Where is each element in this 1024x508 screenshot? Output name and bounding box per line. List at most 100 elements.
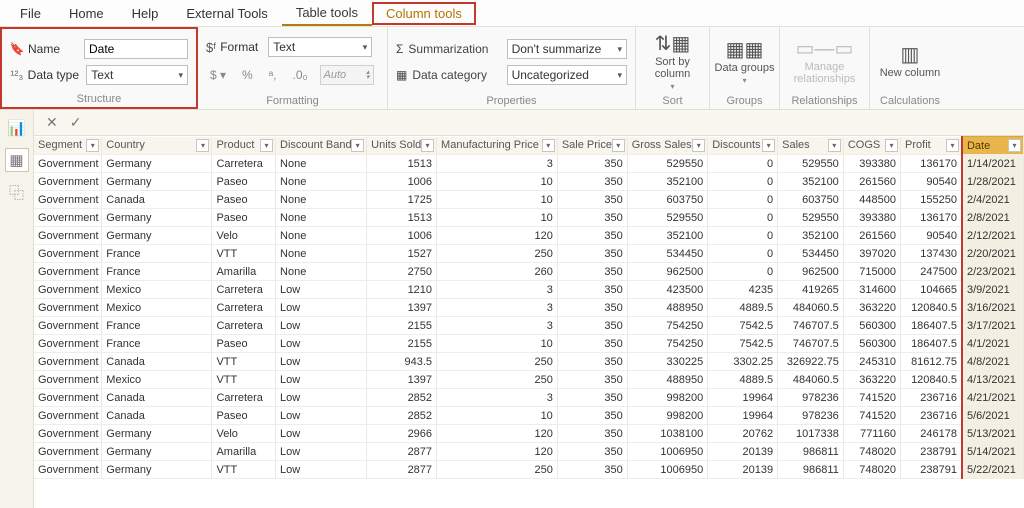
- cell[interactable]: 2966: [367, 425, 437, 443]
- cell[interactable]: 363220: [843, 371, 900, 389]
- cell[interactable]: 1513: [367, 209, 437, 227]
- cell[interactable]: 350: [557, 425, 627, 443]
- cell[interactable]: 10: [437, 335, 558, 353]
- cell[interactable]: 962500: [778, 263, 844, 281]
- cell[interactable]: Low: [276, 425, 367, 443]
- cell[interactable]: 352100: [778, 173, 844, 191]
- column-filter-icon[interactable]: ▾: [196, 139, 209, 152]
- cell[interactable]: 1006: [367, 227, 437, 245]
- cell[interactable]: 1725: [367, 191, 437, 209]
- cell[interactable]: 529550: [627, 209, 708, 227]
- cell[interactable]: Amarilla: [212, 443, 276, 461]
- cell[interactable]: Government: [34, 461, 102, 479]
- cell[interactable]: 120: [437, 443, 558, 461]
- category-dropdown[interactable]: Uncategorized ▾: [507, 65, 627, 85]
- column-filter-icon[interactable]: ▾: [885, 139, 898, 152]
- cell[interactable]: 350: [557, 173, 627, 191]
- cell[interactable]: Government: [34, 407, 102, 425]
- cell[interactable]: 715000: [843, 263, 900, 281]
- cell[interactable]: 350: [557, 371, 627, 389]
- cell[interactable]: 746707.5: [778, 317, 844, 335]
- table-row[interactable]: GovernmentGermanyAmarillaLow287712035010…: [34, 443, 1024, 461]
- cell[interactable]: Germany: [102, 209, 212, 227]
- cell[interactable]: 603750: [778, 191, 844, 209]
- cell[interactable]: 350: [557, 191, 627, 209]
- cell[interactable]: 90540: [901, 227, 962, 245]
- cell[interactable]: 10: [437, 407, 558, 425]
- table-row[interactable]: GovernmentGermanyVTTLow28772503501006950…: [34, 461, 1024, 479]
- cell[interactable]: 5/14/2021: [962, 443, 1024, 461]
- cell[interactable]: Germany: [102, 155, 212, 173]
- cell[interactable]: Canada: [102, 191, 212, 209]
- cell[interactable]: 81612.75: [901, 353, 962, 371]
- cell[interactable]: 1513: [367, 155, 437, 173]
- table-row[interactable]: GovernmentMexicoCarreteraLow139733504889…: [34, 299, 1024, 317]
- decimal-button[interactable]: .0₀: [289, 68, 312, 82]
- cell[interactable]: 3: [437, 389, 558, 407]
- column-header[interactable]: Discounts▾: [708, 137, 778, 155]
- cell[interactable]: 3/16/2021: [962, 299, 1024, 317]
- cell[interactable]: 0: [708, 191, 778, 209]
- table-row[interactable]: GovernmentFrancePaseoLow2155103507542507…: [34, 335, 1024, 353]
- cell[interactable]: None: [276, 173, 367, 191]
- cell[interactable]: 2155: [367, 317, 437, 335]
- table-row[interactable]: GovernmentMexicoVTTLow139725035048895048…: [34, 371, 1024, 389]
- cell[interactable]: 330225: [627, 353, 708, 371]
- cell[interactable]: 350: [557, 227, 627, 245]
- cell[interactable]: Government: [34, 245, 102, 263]
- cell[interactable]: 350: [557, 209, 627, 227]
- cell[interactable]: 326922.75: [778, 353, 844, 371]
- cell[interactable]: 120: [437, 425, 558, 443]
- cell[interactable]: Government: [34, 389, 102, 407]
- cell[interactable]: 978236: [778, 389, 844, 407]
- cell[interactable]: 741520: [843, 407, 900, 425]
- cell[interactable]: 1017338: [778, 425, 844, 443]
- cell[interactable]: 771160: [843, 425, 900, 443]
- cell[interactable]: None: [276, 155, 367, 173]
- cell[interactable]: 350: [557, 443, 627, 461]
- cell[interactable]: 5/6/2021: [962, 407, 1024, 425]
- cell[interactable]: 2/12/2021: [962, 227, 1024, 245]
- cell[interactable]: 986811: [778, 443, 844, 461]
- cell[interactable]: Paseo: [212, 173, 276, 191]
- column-header[interactable]: Country▾: [102, 137, 212, 155]
- table-row[interactable]: GovernmentFranceCarreteraLow215533507542…: [34, 317, 1024, 335]
- cell[interactable]: 1527: [367, 245, 437, 263]
- cell[interactable]: 2/4/2021: [962, 191, 1024, 209]
- cell[interactable]: 350: [557, 353, 627, 371]
- format-dropdown[interactable]: Text ▾: [268, 37, 372, 57]
- cell[interactable]: Low: [276, 299, 367, 317]
- cell[interactable]: 4/21/2021: [962, 389, 1024, 407]
- table-row[interactable]: GovernmentGermanyPaseoNone15131035052955…: [34, 209, 1024, 227]
- data-groups-button[interactable]: ▦▦ Data groups ▾: [713, 40, 777, 85]
- summarization-dropdown[interactable]: Don't summarize ▾: [507, 39, 627, 59]
- cell[interactable]: France: [102, 317, 212, 335]
- cell[interactable]: 350: [557, 461, 627, 479]
- cell[interactable]: 120840.5: [901, 299, 962, 317]
- cell[interactable]: Low: [276, 335, 367, 353]
- cell[interactable]: 120840.5: [901, 371, 962, 389]
- cell[interactable]: Carretera: [212, 389, 276, 407]
- cell[interactable]: 998200: [627, 389, 708, 407]
- cell[interactable]: 10: [437, 173, 558, 191]
- cell[interactable]: 2852: [367, 407, 437, 425]
- cell[interactable]: Government: [34, 317, 102, 335]
- column-header[interactable]: Profit▾: [901, 137, 962, 155]
- cell[interactable]: Low: [276, 443, 367, 461]
- column-filter-icon[interactable]: ▾: [612, 139, 625, 152]
- thousands-button[interactable]: ᵃ,: [265, 68, 281, 82]
- cell[interactable]: 0: [708, 245, 778, 263]
- cell[interactable]: None: [276, 227, 367, 245]
- cell[interactable]: None: [276, 191, 367, 209]
- column-filter-icon[interactable]: ▾: [260, 139, 273, 152]
- cell[interactable]: 397020: [843, 245, 900, 263]
- cell[interactable]: Canada: [102, 407, 212, 425]
- cell[interactable]: Low: [276, 389, 367, 407]
- cell[interactable]: Mexico: [102, 299, 212, 317]
- cell[interactable]: Government: [34, 209, 102, 227]
- cell[interactable]: 603750: [627, 191, 708, 209]
- cell[interactable]: 423500: [627, 281, 708, 299]
- cell[interactable]: 7542.5: [708, 335, 778, 353]
- cell[interactable]: Germany: [102, 173, 212, 191]
- table-row[interactable]: GovernmentGermanyCarreteraNone1513335052…: [34, 155, 1024, 173]
